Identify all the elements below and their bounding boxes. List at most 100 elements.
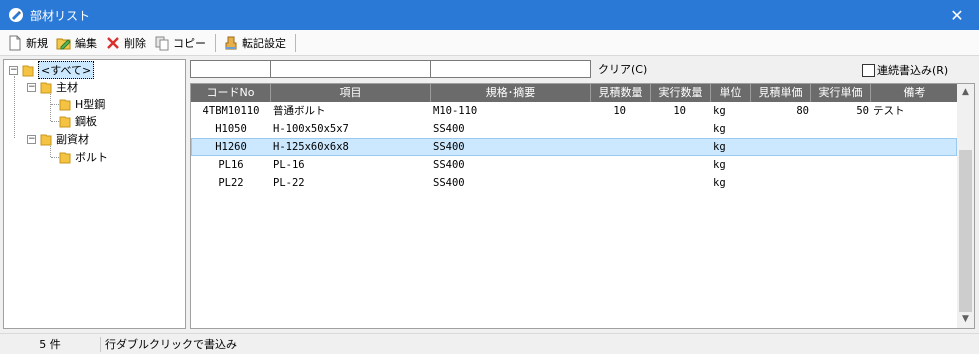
- cell-spec: SS400: [433, 141, 465, 153]
- table-row[interactable]: 4TBM10110 普通ボルト M10-110 10 10 kg 80 50 テ…: [191, 102, 959, 120]
- cell-note: [871, 120, 959, 138]
- category-tree[interactable]: − <すべて> − 主材 H型鋼 鋼板 − 副資材 ボルト: [3, 59, 186, 329]
- cell-spec: M10-110: [433, 105, 478, 117]
- tree-item-h-beam[interactable]: H型鋼: [59, 96, 105, 112]
- column-header[interactable]: 見積数量: [591, 84, 651, 102]
- cell-item: H-125x60x6x8: [273, 141, 349, 153]
- scroll-down-icon[interactable]: ▼: [957, 311, 974, 328]
- tree-item-bolt[interactable]: ボルト: [59, 149, 108, 165]
- cell-item: PL-22: [273, 177, 305, 189]
- column-header[interactable]: 実行数量: [651, 84, 711, 102]
- folder-icon: [59, 152, 71, 163]
- hand-stamp-icon: [225, 36, 237, 49]
- cell-unit: kg: [713, 141, 726, 153]
- cell-code: 4TBM10110: [202, 105, 260, 117]
- scroll-up-icon[interactable]: ▲: [957, 84, 974, 101]
- cell-item: H-100x50x5x7: [273, 123, 349, 135]
- cell-code: H1260: [215, 141, 247, 153]
- cell-exec-qty: [651, 138, 711, 156]
- tree-item-label: 副資材: [56, 133, 89, 146]
- folder-icon: [59, 99, 71, 110]
- cell-code: PL22: [218, 177, 244, 189]
- scroll-thumb[interactable]: [959, 150, 972, 312]
- cell-spec: SS400: [433, 123, 465, 135]
- toolbar: 新規 編集 削除 コピー 転記設定: [0, 30, 979, 56]
- checkbox-box[interactable]: [862, 63, 875, 77]
- spec-filter-input[interactable]: [430, 60, 591, 78]
- edit-button[interactable]: 編集: [53, 32, 100, 54]
- cell-exec-price: [811, 156, 871, 174]
- title-bar: 部材リスト ✕: [0, 0, 979, 30]
- cell-est-qty: [591, 174, 651, 192]
- close-icon: ✕: [950, 5, 964, 25]
- continuous-write-label: 連続書込み(R): [877, 64, 949, 77]
- tree-item-label: <すべて>: [38, 61, 95, 79]
- folder-icon: [59, 116, 71, 127]
- clear-button[interactable]: クリア(C): [598, 61, 647, 77]
- edit-label: 編集: [75, 36, 97, 50]
- collapse-toggle-icon[interactable]: −: [27, 82, 36, 92]
- table-row-selected[interactable]: H1260 H-125x60x6x8 SS400 kg: [191, 138, 957, 156]
- cell-est-price: [751, 120, 811, 138]
- continuous-write-checkbox[interactable]: 連続書込み(R): [862, 62, 948, 78]
- app-icon: [9, 8, 23, 22]
- edit-folder-icon: [56, 38, 71, 49]
- tree-connector: [51, 157, 59, 158]
- transfer-settings-button[interactable]: 転記設定: [220, 32, 289, 54]
- cell-spec: SS400: [433, 177, 465, 189]
- code-filter-input[interactable]: [190, 60, 271, 78]
- cell-exec-price: [811, 138, 871, 156]
- cell-est-price: 80: [796, 105, 809, 117]
- cell-unit: kg: [713, 177, 726, 189]
- column-header[interactable]: 見積単価: [751, 84, 811, 102]
- collapse-toggle-icon[interactable]: −: [9, 65, 18, 75]
- cell-exec-qty: [651, 120, 711, 138]
- table-row[interactable]: H1050 H-100x50x5x7 SS400 kg: [191, 120, 959, 138]
- new-document-icon: [9, 35, 21, 50]
- cell-unit: kg: [713, 123, 726, 135]
- new-button[interactable]: 新規: [4, 32, 51, 54]
- tree-connector: [14, 76, 15, 138]
- close-button[interactable]: ✕: [935, 0, 979, 30]
- grid-header: コードNo 項目 規格･摘要 見積数量 実行数量 単位 見積単価 実行単価 備考: [191, 84, 959, 102]
- new-label: 新規: [26, 36, 48, 50]
- cell-exec-qty: [651, 174, 711, 192]
- table-row[interactable]: PL22 PL-22 SS400 kg: [191, 174, 959, 192]
- column-header[interactable]: コードNo: [191, 84, 271, 102]
- materials-grid[interactable]: コードNo 項目 規格･摘要 見積数量 実行数量 単位 見積単価 実行単価 備考…: [190, 83, 975, 329]
- cell-exec-price: [811, 174, 871, 192]
- copy-icon: [155, 36, 169, 50]
- vertical-scrollbar[interactable]: ▲ ▼: [957, 84, 974, 328]
- status-separator: [100, 336, 101, 352]
- tree-item-steel-plate[interactable]: 鋼板: [59, 113, 97, 129]
- cell-exec-qty: 10: [673, 105, 686, 117]
- tree-item-main-material[interactable]: − 主材: [27, 79, 78, 95]
- column-header[interactable]: 実行単価: [811, 84, 871, 102]
- cell-est-price: [751, 174, 811, 192]
- cell-exec-price: [811, 120, 871, 138]
- collapse-toggle-icon[interactable]: −: [27, 134, 36, 144]
- folder-icon: [40, 82, 52, 93]
- column-header[interactable]: 単位: [711, 84, 751, 102]
- column-header[interactable]: 備考: [871, 84, 959, 102]
- tree-item-label: ボルト: [75, 151, 108, 164]
- cell-est-qty: [591, 138, 651, 156]
- column-header[interactable]: 項目: [271, 84, 431, 102]
- toolbar-separator: [215, 33, 216, 52]
- transfer-settings-label: 転記設定: [242, 36, 286, 50]
- table-row[interactable]: PL16 PL-16 SS400 kg: [191, 156, 959, 174]
- tree-item-all[interactable]: − <すべて>: [9, 61, 95, 79]
- cell-item: 普通ボルト: [273, 105, 326, 117]
- status-bar: 5 件 行ダブルクリックで書込み: [0, 333, 979, 354]
- tree-item-sub-material[interactable]: − 副資材: [27, 131, 89, 147]
- toolbar-separator: [295, 33, 296, 52]
- column-header[interactable]: 規格･摘要: [431, 84, 591, 102]
- folder-icon: [22, 65, 34, 76]
- item-filter-input[interactable]: [270, 60, 431, 78]
- copy-button[interactable]: コピー: [151, 32, 209, 54]
- delete-button[interactable]: 削除: [102, 32, 149, 54]
- cell-spec: SS400: [433, 159, 465, 171]
- tree-item-label: 主材: [56, 81, 78, 94]
- tree-connector: [50, 146, 51, 157]
- tree-connector: [51, 121, 59, 122]
